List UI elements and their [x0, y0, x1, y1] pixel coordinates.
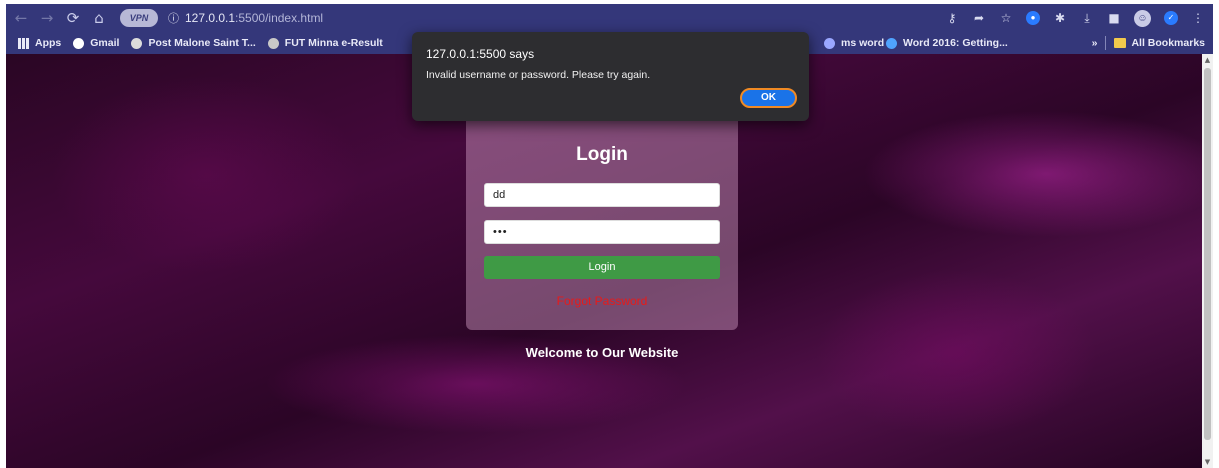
extension-icon[interactable]: ●: [1026, 11, 1040, 25]
scroll-thumb[interactable]: [1204, 68, 1211, 440]
reload-icon[interactable]: ⟳: [62, 7, 84, 29]
scroll-down-icon[interactable]: ▼: [1202, 458, 1213, 466]
username-input[interactable]: dd: [484, 183, 720, 207]
forgot-password-link[interactable]: Forgot Password: [466, 294, 738, 308]
address-bar[interactable]: 127.0.0.1:5500/index.html: [185, 11, 323, 25]
login-card: Login dd ••• Login Forgot Password: [466, 104, 738, 330]
browser-toolbar: ← → ⟳ ⌂ VPN ⓘ 127.0.0.1:5500/index.html …: [6, 4, 1213, 32]
bookmark-label: Apps: [35, 37, 62, 49]
fut-icon: [267, 37, 279, 49]
bookmark-fut-minna[interactable]: FUT Minna e-Result: [267, 37, 383, 49]
bookmark-label: Post Malone Saint T...: [148, 37, 256, 49]
check-icon[interactable]: ✓: [1164, 11, 1178, 25]
toolbar-actions: ⚷ ➦ ☆ ● ✱ ⤓ ■ ☺ ✓ ⋮: [945, 4, 1205, 32]
folder-icon: [1114, 38, 1127, 48]
page-scrollbar[interactable]: ▲ ▼: [1202, 54, 1213, 468]
more-bookmarks-icon[interactable]: »: [1092, 37, 1098, 49]
profile-icon[interactable]: ☺: [1134, 9, 1151, 27]
sidepanel-icon[interactable]: ■: [1107, 11, 1121, 25]
vpn-badge[interactable]: VPN: [120, 9, 158, 27]
share-icon[interactable]: ➦: [972, 11, 986, 25]
bookmark-label: FUT Minna e-Result: [284, 37, 383, 49]
alert-dialog: 127.0.0.1:5500 says Invalid username or …: [412, 32, 809, 121]
apps-grid-icon: [18, 37, 29, 49]
login-title: Login: [576, 144, 628, 165]
url-path: :5500/index.html: [235, 11, 324, 25]
all-bookmarks-label: All Bookmarks: [1131, 37, 1205, 49]
url-host: 127.0.0.1: [185, 11, 236, 25]
bookmark-label: Word 2016: Getting...: [903, 37, 1008, 49]
divider: [1105, 36, 1107, 50]
bookmark-word-2016[interactable]: Word 2016: Getting...: [886, 37, 1008, 49]
doc-icon: [824, 37, 835, 49]
alert-message: Invalid username or password. Please try…: [426, 69, 651, 81]
cloud-icon: [131, 37, 143, 49]
back-arrow-icon[interactable]: ←: [10, 7, 32, 29]
google-icon: [73, 37, 85, 49]
forward-arrow-icon[interactable]: →: [36, 7, 58, 29]
scroll-up-icon[interactable]: ▲: [1202, 56, 1213, 64]
bookmark-label: ms word: [841, 37, 885, 49]
home-icon[interactable]: ⌂: [88, 7, 110, 29]
welcome-heading: Welcome to Our Website: [525, 345, 679, 360]
all-bookmarks[interactable]: All Bookmarks: [1114, 37, 1205, 49]
bookmark-gmail[interactable]: Gmail: [73, 37, 119, 49]
password-input[interactable]: •••: [484, 220, 720, 244]
bookmark-post-malone[interactable]: Post Malone Saint T...: [131, 37, 256, 49]
browser-window: ← → ⟳ ⌂ VPN ⓘ 127.0.0.1:5500/index.html …: [6, 4, 1213, 468]
star-icon[interactable]: ☆: [999, 11, 1013, 25]
key-icon[interactable]: ⚷: [945, 11, 959, 25]
menu-icon[interactable]: ⋮: [1191, 11, 1205, 25]
site-info-icon[interactable]: ⓘ: [168, 10, 179, 26]
download-icon[interactable]: ⤓: [1080, 11, 1094, 26]
bookmarks-right: » All Bookmarks: [1092, 32, 1205, 54]
ok-button[interactable]: OK: [740, 88, 797, 108]
alert-title: 127.0.0.1:5500 says: [426, 47, 535, 61]
bookmark-apps[interactable]: Apps: [18, 37, 61, 49]
puzzle-icon[interactable]: ✱: [1053, 11, 1067, 25]
login-button[interactable]: Login: [484, 256, 720, 279]
bookmark-label: Gmail: [90, 37, 120, 49]
word-icon: [886, 37, 897, 49]
bookmark-ms-word[interactable]: ms word: [824, 37, 884, 49]
